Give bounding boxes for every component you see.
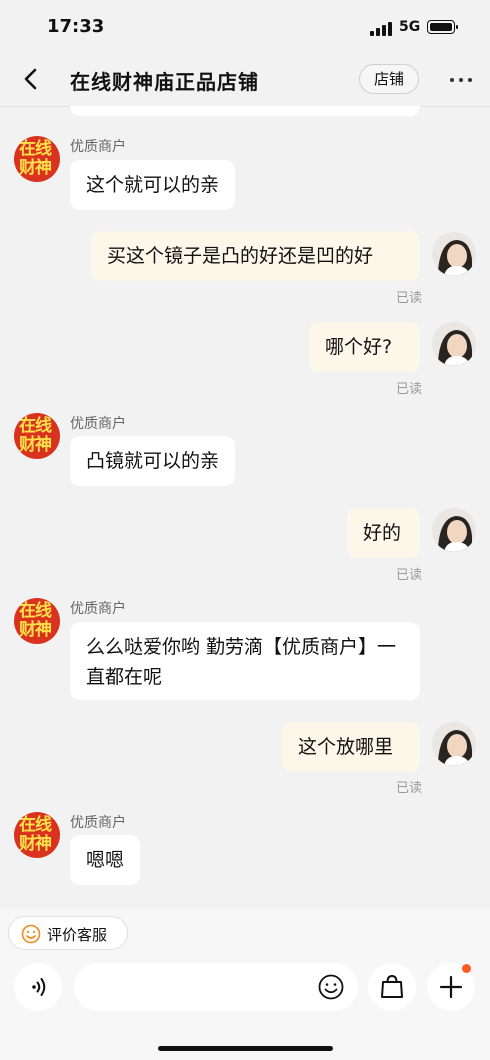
avatar-text: 财神 — [19, 158, 52, 178]
message-bubble[interactable]: 凸镜就可以的亲 — [70, 436, 236, 486]
home-indicator — [158, 1046, 333, 1051]
signal-icon — [370, 22, 392, 36]
sender-name: 优质商户 — [70, 416, 126, 432]
message-bubble[interactable]: 这个就可以的亲 — [70, 160, 236, 210]
smile-icon — [21, 924, 41, 944]
page-title: 在线财神庙正品店铺 — [70, 70, 259, 94]
nav-bar: 在线财神庙正品店铺 店铺 — [0, 54, 490, 107]
sender-name: 优质商户 — [70, 601, 126, 617]
message-bubble[interactable]: 哪个好? — [309, 322, 420, 372]
message-input-field[interactable] — [88, 975, 312, 1001]
avatar-text: 财神 — [19, 620, 52, 640]
avatar-text: 在线 — [19, 139, 52, 159]
sender-name: 优质商户 — [70, 815, 126, 831]
user-avatar[interactable] — [432, 722, 476, 766]
read-status: 已读 — [396, 291, 423, 306]
message-bubble[interactable]: 嗯嗯 — [70, 835, 141, 885]
status-bar: 17:33 5G — [0, 0, 490, 54]
voice-button[interactable] — [14, 963, 62, 1011]
bottom-input-area: 评价客服 — [0, 908, 490, 1060]
read-status: 已读 — [396, 781, 423, 796]
message-input[interactable] — [74, 963, 358, 1011]
bag-icon — [381, 974, 403, 998]
network-type: 5G — [399, 19, 421, 35]
message-bubble[interactable]: 么么哒爱你哟 勤劳滴【优质商户】一直都在呢 — [70, 622, 420, 700]
emoji-icon[interactable] — [318, 974, 344, 1000]
read-status: 已读 — [396, 568, 423, 583]
user-avatar[interactable] — [432, 322, 476, 366]
user-avatar[interactable] — [432, 232, 476, 276]
sender-name: 优质商户 — [70, 139, 126, 155]
product-button[interactable] — [368, 963, 416, 1011]
voice-icon — [32, 978, 46, 996]
back-icon[interactable] — [18, 66, 44, 92]
battery-icon — [427, 20, 458, 34]
rate-service-button[interactable]: 评价客服 — [8, 916, 128, 950]
more-icon[interactable] — [446, 64, 476, 94]
avatar-text: 财神 — [19, 834, 52, 854]
avatar-text: 财神 — [19, 435, 52, 455]
shop-avatar[interactable]: 在线 财神 — [14, 812, 60, 858]
avatar-text: 在线 — [19, 601, 52, 621]
message-bubble[interactable]: 好的 — [347, 508, 420, 558]
message-bubble[interactable]: 买这个镜子是凸的好还是凹的好 — [91, 231, 420, 281]
shop-avatar[interactable]: 在线 财神 — [14, 598, 60, 644]
shop-button[interactable]: 店铺 — [359, 64, 419, 94]
read-status: 已读 — [396, 382, 423, 397]
previous-message-bubble — [70, 106, 420, 116]
avatar-text: 在线 — [19, 416, 52, 436]
user-avatar[interactable] — [432, 508, 476, 552]
rate-service-label: 评价客服 — [47, 926, 108, 944]
shop-avatar[interactable]: 在线 财神 — [14, 413, 60, 459]
notification-dot — [462, 964, 471, 973]
shop-avatar[interactable]: 在线 财神 — [14, 136, 60, 182]
status-time: 17:33 — [47, 16, 105, 37]
avatar-text: 在线 — [19, 815, 52, 835]
message-bubble[interactable]: 这个放哪里 — [282, 722, 420, 772]
